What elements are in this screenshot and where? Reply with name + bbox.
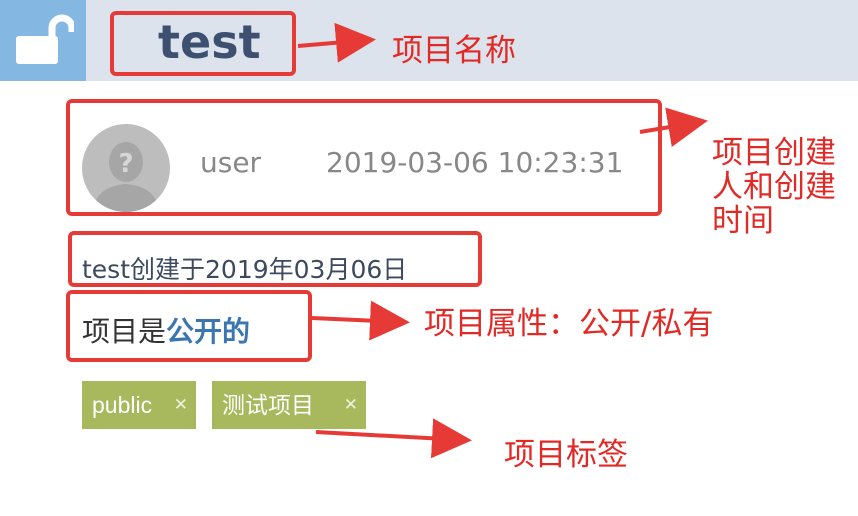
annotation-creator-line1: 项目创建: [712, 135, 836, 171]
annotation-name: 项目名称: [392, 33, 516, 69]
annotation-creator-line2: 人和创建: [712, 169, 836, 205]
name-arrow: [297, 22, 376, 63]
annotation-creator-line3: 时间: [712, 203, 774, 239]
annotation-tags: 项目标签: [504, 437, 628, 473]
tags-arrow: [315, 418, 472, 459]
visibility-arrow: [311, 300, 410, 341]
creator-arrow: [639, 107, 708, 147]
annotation-visibility: 项目属性：公开/私有: [424, 306, 714, 342]
annotation-arrows: [297, 22, 708, 459]
